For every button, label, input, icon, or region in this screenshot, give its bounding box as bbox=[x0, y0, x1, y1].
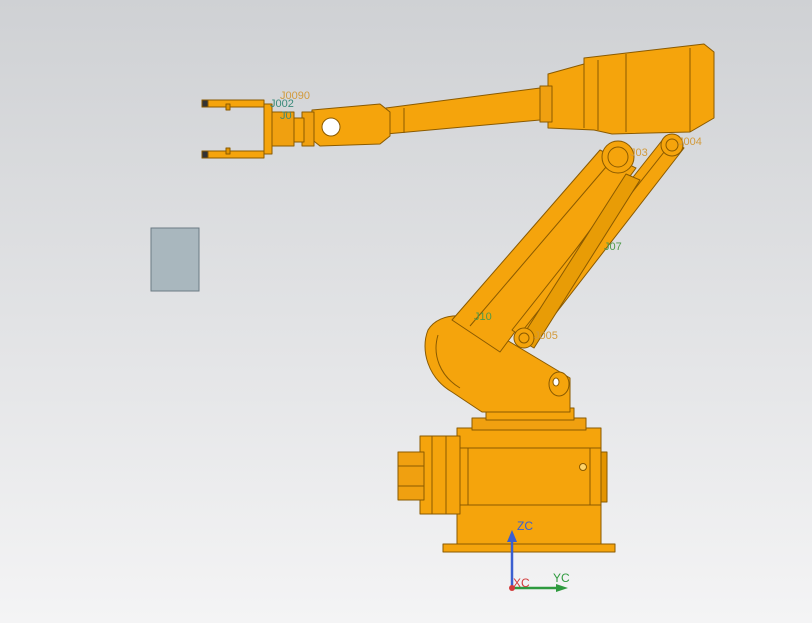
triad-label-yc: YC bbox=[553, 571, 570, 585]
joint-label-j002[interactable]: J002 bbox=[270, 98, 294, 110]
triad-label-xc: XC bbox=[513, 576, 530, 590]
joint-label-j03[interactable]: J03 bbox=[630, 147, 648, 159]
forearm-tube[interactable] bbox=[385, 87, 541, 135]
workpiece-block[interactable] bbox=[150, 227, 200, 292]
joint-label-j005[interactable]: J005 bbox=[534, 330, 558, 342]
gripper-finger-top[interactable] bbox=[201, 99, 265, 108]
wrist-joint[interactable] bbox=[321, 117, 341, 137]
base-motor[interactable] bbox=[419, 435, 461, 515]
gripper-finger-bottom[interactable] bbox=[201, 150, 265, 159]
triad-label-zc: ZC bbox=[517, 519, 533, 533]
base-plate[interactable] bbox=[442, 543, 616, 553]
robot-model[interactable] bbox=[201, 43, 715, 553]
3d-viewport[interactable]: J0090 J002 J0 J03 J004 J07 J10 J005 ZC X… bbox=[0, 0, 812, 623]
joint-label-j0-small[interactable]: J0 bbox=[280, 110, 292, 122]
joint-label-j004[interactable]: J004 bbox=[678, 136, 702, 148]
base-bolt bbox=[579, 463, 587, 471]
joint-label-j10[interactable]: J10 bbox=[474, 311, 492, 323]
joint-label-j07[interactable]: J07 bbox=[604, 241, 622, 253]
upper-arm-housing[interactable] bbox=[547, 43, 715, 135]
